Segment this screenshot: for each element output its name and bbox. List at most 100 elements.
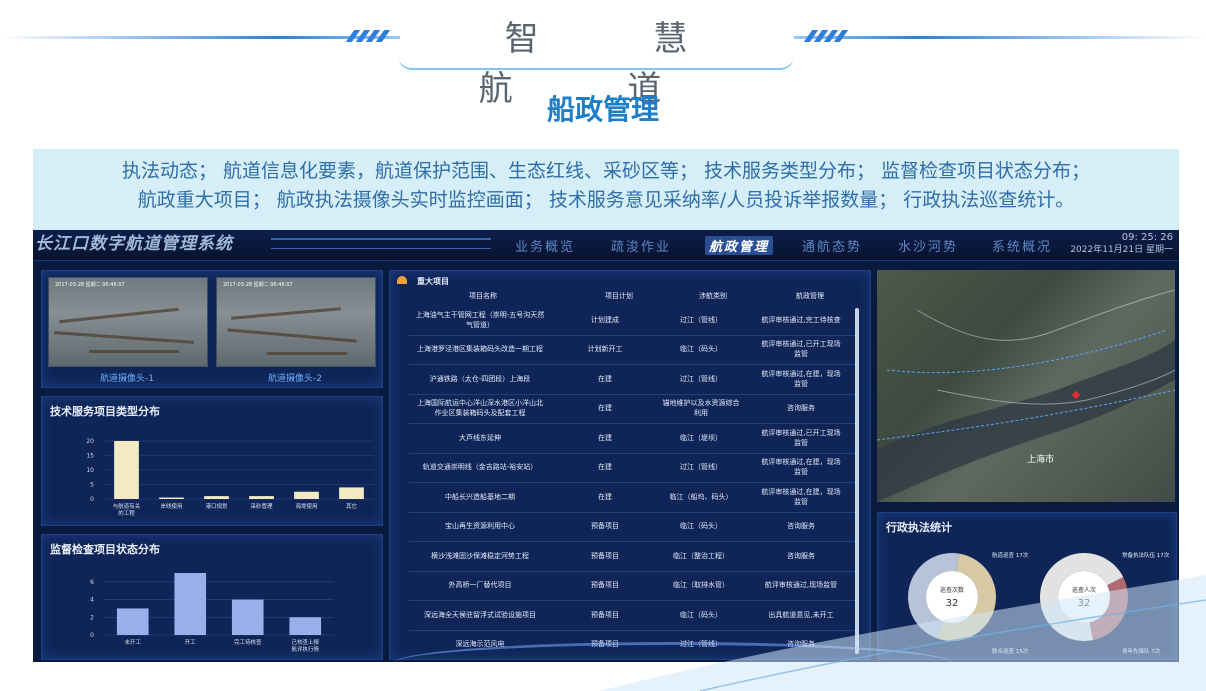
y-tick-label: 15: [86, 453, 94, 460]
project-name-cell: 上海油气主干管网工程（崇明-五号沟天然气管道）: [415, 310, 545, 329]
donut-center-value: 32: [946, 598, 959, 609]
management-cell: 航评审核通过,在建，现场监管: [761, 487, 841, 506]
major-projects-title: 重大项目: [417, 277, 449, 286]
x-tick-label: 已核查上报: [291, 638, 319, 646]
donut-slice-label: 常备执法队伍 17次: [1122, 551, 1170, 559]
bar[interactable]: [114, 441, 139, 499]
system-title: 长江口数字航道管理系统: [35, 234, 233, 254]
tech-service-panel: 技术服务项目类型分布 20 15 10 5 0 与航道有关 的工程 岸线使用 港口规划 采砂管理海…: [41, 396, 383, 526]
project-name-cell: 大芦线东延伸: [459, 433, 501, 442]
nav-admin[interactable]: 航政管理: [705, 236, 774, 255]
clock-time: 09: 25: 26: [1121, 232, 1173, 243]
y-tick-label: 4: [90, 597, 94, 604]
bar[interactable]: [159, 497, 184, 499]
category-cell: 过江（管线）: [680, 463, 722, 472]
plan-cell: 计划新开工: [587, 345, 623, 354]
plan-cell: 计划建成: [591, 315, 619, 324]
y-tick-label: 2: [90, 614, 94, 621]
camera-2-timestamp: 2017-03-28 星期二 06:46:07: [223, 282, 293, 288]
nav-traffic[interactable]: 通航态势: [802, 236, 862, 255]
description-line-2: 航政重大项目； 航政执法摄像头实时监控画面； 技术服务意见采纳率/人员投诉举报数…: [137, 189, 1075, 211]
donut-center: [1058, 571, 1110, 623]
nav-overview[interactable]: 业务概览: [515, 236, 575, 255]
x-tick-label: 的工程: [118, 509, 135, 517]
management-cell: 航评审核通过,完工待核查: [761, 315, 841, 324]
table-row[interactable]: 大芦线东延伸 在建 临江（堤坝） 航评审核通过,已开工现场监管: [409, 423, 857, 454]
donut-center-value: 32: [1078, 598, 1091, 609]
nav-dredging[interactable]: 疏浚作业: [611, 236, 671, 255]
donut-slice-label: 联合巡查 15次: [992, 647, 1029, 655]
camera-feed-1[interactable]: 2017-03-28 星期二 06:46:07: [48, 277, 208, 367]
plan-cell: 预备项目: [591, 610, 619, 619]
banner-line-left: [0, 36, 400, 39]
management-cell: 咨询服务: [787, 404, 815, 413]
donut-slice-label: 青年先锋队 7次: [1122, 647, 1161, 655]
section-title: 船政管理: [546, 93, 659, 126]
description-box: 执法动态； 航道信息化要素，航道保护范围、生态红线、采砂区等； 技术服务类型分布…: [33, 149, 1179, 230]
col-category: 涉航类别: [699, 292, 727, 300]
camera-feed-2[interactable]: 2017-03-28 星期二 06:46:07: [216, 277, 376, 367]
map-view[interactable]: 上海市: [877, 270, 1175, 502]
clock-date: 2022年11月21日 星期一: [1070, 245, 1173, 255]
bar[interactable]: [249, 496, 274, 499]
bar[interactable]: [174, 573, 207, 635]
project-name-cell: 上海港罗泾港区集装箱码头改造一期工程: [417, 345, 543, 354]
bar[interactable]: [294, 491, 319, 499]
category-cell: 过江（管线）: [680, 374, 722, 383]
bar[interactable]: [289, 617, 322, 635]
project-name-cell: 宝山再生资源利用中心: [445, 522, 515, 531]
management-cell: 航评审核通过,现场监管: [764, 581, 838, 590]
x-tick-label: 港口规划: [205, 502, 227, 510]
camera-2-label: 航道摄像头-2: [268, 374, 322, 384]
donut-center-label: 巡查人次: [1072, 586, 1096, 594]
table-row[interactable]: 横沙浅滩固沙保滩稳定河势工程 预备项目 临江（整治工程） 咨询服务: [409, 541, 857, 572]
bar[interactable]: [204, 496, 229, 499]
x-tick-label: 未开工: [124, 638, 141, 646]
bar[interactable]: [231, 599, 264, 635]
y-tick-label: 6: [90, 579, 94, 586]
y-tick-label: 10: [86, 467, 94, 474]
plan-cell: 预备项目: [591, 581, 619, 590]
category-cell: 临江（整治工程）: [673, 551, 729, 560]
donut-center-label: 巡查次数: [940, 586, 964, 594]
table-row[interactable]: 宝山再生资源利用中心 预备项目 临江（码头） 咨询服务: [409, 512, 857, 542]
table-row[interactable]: 深远海全天候驻留浮式试验设施项目 预备项目 临江（码头） 出具航道意见,未开工: [409, 600, 857, 631]
category-cell: 临江（取排水管）: [673, 581, 729, 590]
project-name-cell: 中船长兴造船基地二期: [445, 492, 515, 501]
plan-cell: 在建: [598, 404, 612, 413]
bar[interactable]: [116, 608, 149, 635]
bar[interactable]: [339, 487, 364, 499]
management-cell: 出具航道意见,未开工: [768, 610, 834, 619]
plan-cell: 预备项目: [591, 522, 619, 531]
plan-cell: 预备项目: [591, 551, 619, 560]
table-row[interactable]: 上海油气主干管网工程（崇明-五号沟天然气管道） 计划建成 过江（管线） 航评审核通过,…: [409, 305, 857, 336]
donut-slice-label: 航道巡查 17次: [992, 551, 1029, 559]
y-tick-label: 0: [90, 632, 94, 639]
table-row[interactable]: 上海国际航运中心洋山深水港区小洋山北作业区集装箱码头及配套工程 在建 锚地维护以及水…: [409, 394, 857, 424]
camera-1-timestamp: 2017-03-28 星期二 06:46:07: [55, 282, 125, 288]
table-row[interactable]: 中船长兴造船基地二期 在建 临江（船坞、码头） 航评审核通过,在建，现场监管: [409, 482, 857, 513]
table-row[interactable]: 外高桥一厂替代项目 预备项目 临江（取排水管） 航评审核通过,现场监管: [409, 571, 857, 601]
table-row[interactable]: 沪通铁路（太仓-四团段）上海段 在建 过江（管线） 航评审核通过,在建，现场监管: [409, 364, 857, 395]
nav-system[interactable]: 系统概况: [992, 236, 1052, 255]
enforcement-panel: 行政执法统计 巡查次数 32 巡查人次 32 航道巡查 17次 联合巡查 15次 常备执法队…: [877, 512, 1177, 660]
project-name-cell: 横沙浅滩固沙保滩稳定河势工程: [431, 551, 529, 560]
col-management: 航政管理: [796, 292, 824, 300]
x-tick-label: 岸线使用: [160, 502, 182, 510]
project-name-cell: 轨道交通崇明线（金吉路站-裕安站）: [422, 463, 538, 472]
table-row[interactable]: 上海港罗泾港区集装箱码头改造一期工程 计划新开工 临江（码头） 航评审核通过,已开工现…: [409, 335, 857, 365]
category-cell: 临江（堤坝）: [680, 433, 722, 442]
table-scrollbar-thumb[interactable]: [855, 308, 859, 654]
table-scrollbar[interactable]: [855, 308, 859, 654]
camera-panel: 2017-03-28 星期二 06:46:07 2017-03-28 星期二 0…: [41, 270, 383, 388]
project-name-cell: 深远海全天候驻留浮式试验设施项目: [424, 610, 536, 619]
x-tick-label: 其它: [346, 502, 357, 510]
y-tick-label: 20: [86, 438, 94, 445]
x-tick-label: 与航道有关: [113, 502, 141, 510]
nav-sediment[interactable]: 水沙河势: [898, 236, 958, 255]
table-row[interactable]: 轨道交通崇明线（金吉路站-裕安站） 在建 过江（管线） 航评审核通过,在建，现场监管: [409, 453, 857, 483]
management-cell: 航评审核通过,已开工现场监管: [761, 340, 841, 359]
category-cell: 临江（码头）: [680, 610, 722, 619]
col-plan: 项目计划: [605, 292, 633, 300]
dashboard: 长江口数字航道管理系统 业务概览 疏浚作业 航政管理 通航态势 水沙河势 系统概…: [33, 230, 1179, 662]
